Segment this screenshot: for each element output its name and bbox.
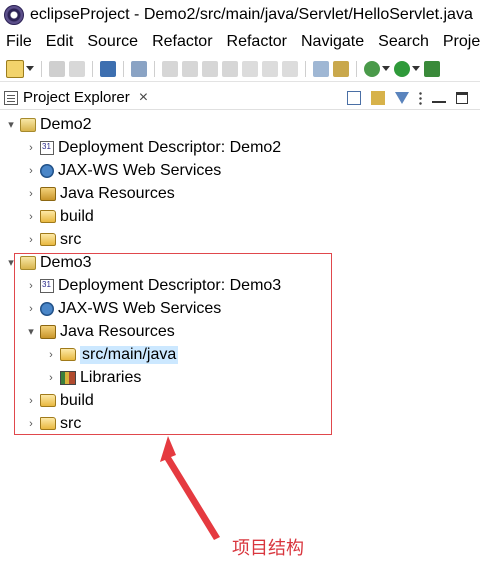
annotation-label: 项目结构 [232, 538, 304, 559]
annotation-arrow-icon [160, 436, 220, 540]
